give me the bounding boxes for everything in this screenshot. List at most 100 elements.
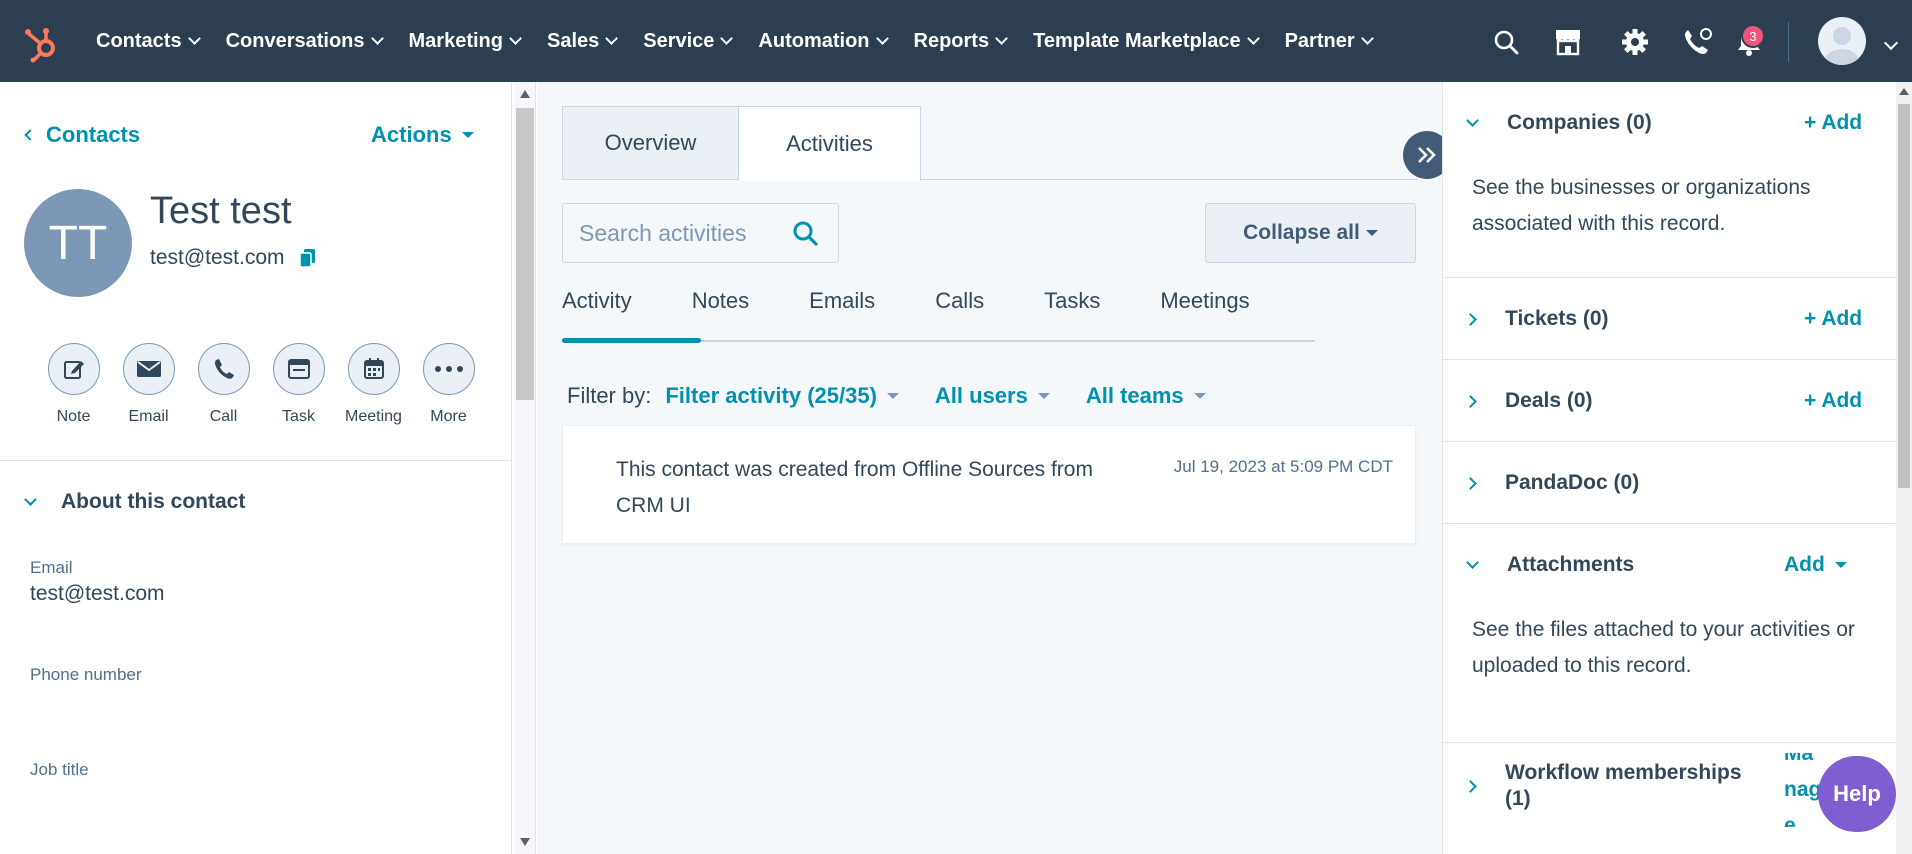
search-icon[interactable] [792, 220, 818, 252]
companies-card-toggle[interactable]: Companies (0) [1466, 111, 1652, 135]
meeting-icon [347, 343, 400, 395]
task-action-button[interactable]: Task [261, 343, 336, 426]
sub-tab-activity[interactable]: Activity [562, 288, 632, 314]
back-link-label: Contacts [46, 122, 141, 147]
pandadoc-card-toggle[interactable]: PandaDoc (0) [1464, 471, 1639, 495]
caret-down-icon [1834, 562, 1847, 568]
contact-name[interactable]: Test test [150, 190, 292, 233]
main-menu: Contacts Conversations Marketing Sales S… [96, 0, 1399, 82]
collapse-all-button[interactable]: Collapse all [1205, 203, 1416, 263]
sub-tab-meetings[interactable]: Meetings [1160, 288, 1249, 314]
email-icon [122, 343, 175, 395]
tab-overview[interactable]: Overview [562, 106, 739, 180]
quick-action-label: Note [56, 408, 91, 425]
quick-action-label: More [430, 408, 467, 425]
chevron-down-icon [187, 32, 201, 45]
attachments-description: See the files attached to your activitie… [1472, 618, 1855, 677]
calling-icon[interactable] [1681, 26, 1713, 58]
add-company-button[interactable]: + Add [1804, 111, 1862, 135]
add-ticket-button[interactable]: + Add [1804, 307, 1862, 331]
quick-actions: Note Email Call Task Meeting More [36, 343, 486, 426]
property-label-email: Email [30, 558, 73, 577]
nav-item-conversations[interactable]: Conversations [226, 30, 384, 53]
activity-description: This contact was created from Offline So… [616, 458, 1093, 517]
sub-tab-tasks[interactable]: Tasks [1044, 288, 1100, 314]
quick-action-label: Call [209, 408, 238, 425]
nav-divider [1788, 22, 1789, 62]
marketplace-icon[interactable] [1552, 26, 1584, 58]
add-attachment-label: Add [1784, 553, 1825, 576]
copy-icon[interactable] [298, 248, 317, 268]
add-attachment-dropdown[interactable]: Add [1784, 553, 1847, 577]
card-title: Workflow memberships (1) [1505, 761, 1742, 810]
note-icon [47, 343, 100, 395]
nav-item-reports[interactable]: Reports [913, 29, 1008, 53]
chevron-down-icon [1360, 32, 1374, 45]
back-to-contacts-link[interactable]: Contacts [24, 122, 141, 148]
caret-down-icon [1193, 393, 1206, 399]
sub-tab-calls[interactable]: Calls [935, 288, 984, 314]
nav-item-sales[interactable]: Sales [546, 29, 619, 53]
notification-count-badge: 3 [1741, 24, 1765, 48]
more-action-button[interactable]: More [411, 343, 486, 426]
top-navigation-bar: Contacts Conversations Marketing Sales S… [0, 0, 1912, 82]
nav-item-label: Sales [546, 29, 600, 52]
deals-card-toggle[interactable]: Deals (0) [1464, 389, 1593, 413]
activity-type-tabs: Activity Notes Emails Calls Tasks Meetin… [562, 288, 1250, 314]
scroll-down-arrow-icon[interactable] [520, 838, 530, 846]
sub-tab-emails[interactable]: Emails [809, 288, 875, 314]
double-chevron-right-icon [1418, 147, 1436, 163]
add-deal-button[interactable]: + Add [1804, 389, 1862, 413]
nav-item-contacts[interactable]: Contacts [96, 30, 201, 53]
scrollbar-thumb[interactable] [516, 108, 534, 400]
search-activities-input[interactable]: Search activities [562, 203, 839, 263]
about-section-toggle[interactable]: About this contact [24, 490, 245, 514]
all-users-dropdown[interactable]: All users [935, 383, 1050, 409]
chevron-down-icon [1246, 32, 1260, 45]
nav-item-automation[interactable]: Automation [758, 30, 889, 53]
actions-dropdown[interactable]: Actions [371, 122, 474, 148]
scroll-up-arrow-icon[interactable] [520, 90, 530, 98]
meeting-action-button[interactable]: Meeting [336, 343, 411, 426]
actions-label: Actions [371, 122, 452, 147]
nav-item-marketing[interactable]: Marketing [409, 30, 522, 53]
all-teams-dropdown[interactable]: All teams [1086, 383, 1206, 409]
contact-email: test@test.com [150, 246, 285, 269]
filter-activity-dropdown[interactable]: Filter activity (25/35) [665, 383, 899, 409]
tickets-card-toggle[interactable]: Tickets (0) [1464, 307, 1609, 331]
nav-item-label: Reports [913, 29, 990, 52]
right-panel-scrollbar[interactable] [1896, 82, 1912, 854]
all-teams-label: All teams [1085, 383, 1184, 408]
activity-card[interactable]: This contact was created from Offline So… [562, 425, 1416, 544]
scrollbar-thumb[interactable] [1898, 104, 1910, 488]
tab-activities[interactable]: Activities [738, 106, 921, 181]
caret-down-icon [1037, 393, 1050, 399]
card-title: Tickets (0) [1505, 307, 1609, 330]
email-action-button[interactable]: Email [111, 343, 186, 426]
card-title: Companies (0) [1507, 111, 1652, 134]
property-value-email[interactable]: test@test.com [30, 582, 165, 606]
filter-by-label: Filter by: [567, 383, 652, 408]
nav-item-template-marketplace[interactable]: Template Marketplace [1033, 30, 1260, 53]
attachments-card-toggle[interactable]: Attachments [1466, 553, 1634, 577]
call-action-button[interactable]: Call [186, 343, 261, 426]
search-icon[interactable] [1490, 26, 1522, 58]
chevron-down-icon[interactable] [1883, 35, 1899, 51]
workflow-memberships-card-toggle[interactable]: Workflow memberships (1) [1464, 760, 1756, 812]
task-icon [272, 343, 325, 395]
note-action-button[interactable]: Note [36, 343, 111, 426]
settings-icon[interactable] [1619, 26, 1651, 58]
user-avatar[interactable] [1818, 17, 1866, 65]
chevron-right-icon [1464, 476, 1477, 490]
nav-item-service[interactable]: Service [643, 30, 734, 53]
scroll-up-arrow-icon[interactable] [1899, 88, 1909, 95]
hubspot-logo-icon[interactable] [22, 24, 62, 64]
collapse-all-label: Collapse all [1243, 221, 1360, 244]
card-divider [1442, 441, 1896, 442]
help-button[interactable]: Help [1818, 756, 1896, 832]
sub-tab-notes[interactable]: Notes [692, 288, 749, 314]
nav-item-partner[interactable]: Partner [1285, 30, 1374, 53]
left-panel-scrollbar[interactable] [514, 82, 536, 854]
quick-action-label: Meeting [345, 408, 402, 425]
chevron-down-icon [720, 32, 734, 45]
